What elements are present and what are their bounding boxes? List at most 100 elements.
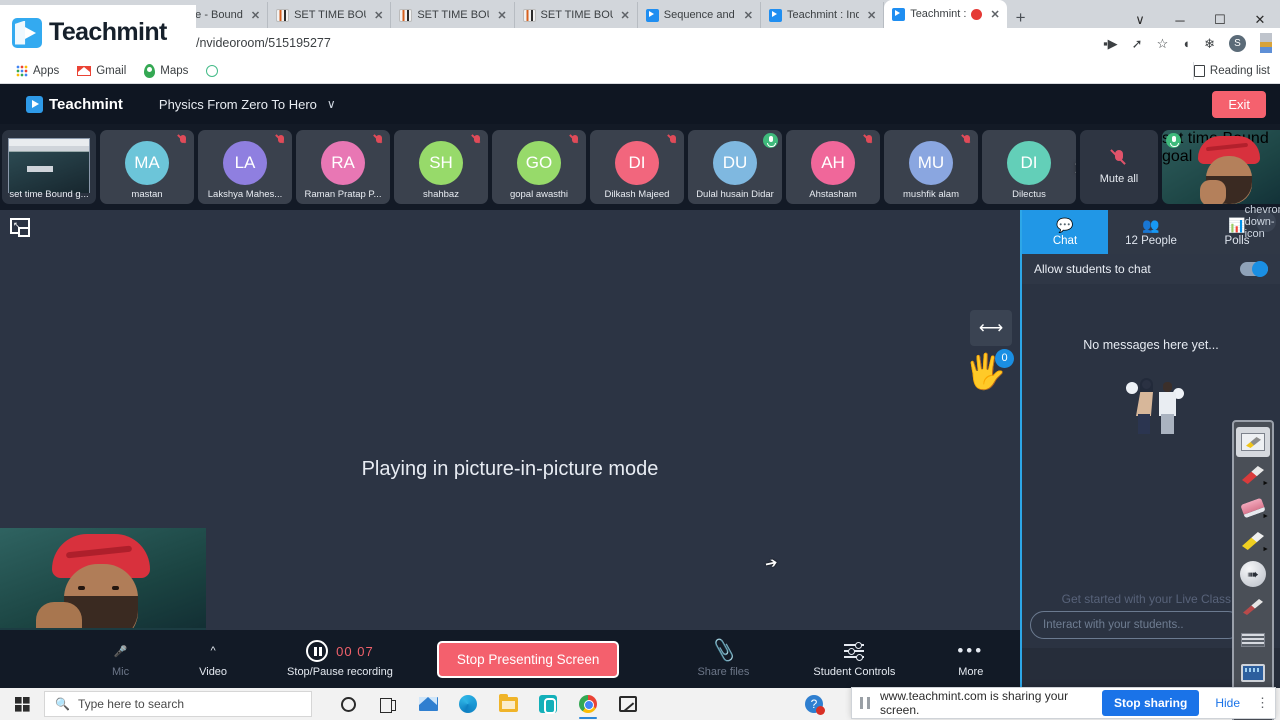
participant-name: mastan	[131, 189, 163, 200]
video-control[interactable]: ^ Video	[199, 640, 227, 678]
stop-presenting-screen-button[interactable]: Stop Presenting Screen	[436, 640, 620, 678]
participant-tile[interactable]: LA Lakshya Mahes...	[198, 130, 292, 204]
share-files-control[interactable]: 📎 Share files	[697, 639, 749, 678]
start-button[interactable]	[0, 696, 44, 712]
reading-list-icon	[1193, 64, 1205, 77]
picture-in-picture-icon[interactable]: ↖	[10, 218, 34, 240]
hide-button[interactable]: Hide	[1209, 696, 1246, 710]
minimize-button[interactable]: ─	[1160, 13, 1200, 28]
participant-tile[interactable]: GO gopal awasthi	[492, 130, 586, 204]
video-stage: ↖ Playing in picture-in-picture mode Sto…	[0, 210, 1020, 688]
close-icon[interactable]: ✕	[371, 9, 386, 22]
task-view-icon[interactable]	[370, 688, 406, 720]
new-tab-button[interactable]: +	[1007, 8, 1035, 28]
browser-tab[interactable]: SET TIME BOUND ✕	[391, 2, 515, 28]
tab-people[interactable]: 👥 12 People	[1108, 210, 1194, 254]
cortana-circle-icon[interactable]	[330, 688, 366, 720]
camera-icon[interactable]: ▪▶	[1103, 37, 1118, 50]
mail-icon[interactable]	[410, 688, 446, 720]
allow-chat-toggle[interactable]	[1240, 261, 1268, 277]
browser-tab[interactable]: Sequence and se ✕	[638, 2, 761, 28]
mic-on-icon	[763, 133, 778, 148]
extension-strip-icon[interactable]	[1260, 33, 1272, 53]
chrome-icon[interactable]	[570, 688, 606, 720]
help-icon[interactable]: ?	[796, 688, 832, 720]
folder-icon[interactable]	[490, 688, 526, 720]
browser-tab[interactable]: Teachmint : India ✕	[761, 2, 885, 28]
more-control[interactable]: ••• More	[957, 640, 984, 678]
search-input[interactable]: 🔍 Type here to search	[44, 691, 312, 717]
bookmark-gmail[interactable]: Gmail	[71, 65, 132, 77]
microphone-icon: 🎤	[113, 645, 128, 658]
recording-control[interactable]: 00 07 Stop/Pause recording	[287, 640, 393, 678]
close-icon[interactable]: ✕	[494, 9, 509, 22]
thin-pen-icon[interactable]	[1236, 592, 1270, 622]
share-icon[interactable]: ➚	[1132, 37, 1143, 50]
participant-tile[interactable]: RA Raman Pratap P...	[296, 130, 390, 204]
participant-name: mushfik alam	[903, 189, 959, 200]
pause-icon[interactable]	[860, 697, 870, 709]
app-brand[interactable]: Teachmint	[26, 95, 123, 113]
stop-sharing-button[interactable]: Stop sharing	[1101, 690, 1200, 716]
expand-arrows-icon[interactable]: ⟷	[970, 310, 1012, 346]
mute-all-button[interactable]: Mute all	[1080, 130, 1158, 204]
bookmarks-bar: Apps Gmail Maps Reading list	[0, 58, 1280, 84]
close-icon[interactable]: ✕	[987, 8, 1002, 21]
browser-tab[interactable]: SET TIME BOUND ✕	[515, 2, 638, 28]
chevron-down-icon[interactable]: chevron-down-icon	[1245, 204, 1280, 240]
red-pen-icon[interactable]: ►	[1236, 460, 1270, 490]
store-icon[interactable]	[530, 688, 566, 720]
profile-avatar[interactable]: S	[1229, 34, 1246, 52]
scroll-next-icon[interactable]: ›	[1075, 154, 1076, 180]
select-rect-icon[interactable]	[1236, 427, 1270, 457]
mic-control[interactable]: 🎤 Mic	[112, 640, 129, 679]
extensions-puzzle-icon[interactable]: ❄	[1204, 37, 1215, 50]
edge-icon[interactable]	[450, 688, 486, 720]
panda-extension-icon[interactable]: ◖	[1182, 37, 1190, 50]
feedback-icon[interactable]	[610, 688, 646, 720]
tab-chat[interactable]: 💬 Chat	[1022, 210, 1108, 254]
participant-tile[interactable]: MA mastan	[100, 130, 194, 204]
close-icon[interactable]: ✕	[864, 9, 879, 22]
participant-tile[interactable]: DI Dilkash Majeed	[590, 130, 684, 204]
chat-input[interactable]	[1030, 611, 1242, 639]
grip-icon[interactable]: ⋮	[1256, 695, 1269, 711]
browser-tab[interactable]: SET TIME BOUND ✕	[268, 2, 392, 28]
close-window-button[interactable]: ✕	[1240, 12, 1280, 28]
cursor-arrow-icon[interactable]: ➠	[1236, 559, 1270, 589]
maximize-button[interactable]: ☐	[1200, 12, 1240, 28]
teachmint-logo-icon	[12, 17, 42, 48]
bookmark-apps[interactable]: Apps	[10, 64, 65, 77]
tab-search-icon[interactable]: ∨	[1120, 12, 1160, 28]
close-icon[interactable]: ✕	[741, 9, 756, 22]
participant-tile-screenshare[interactable]: set time Bound g...	[2, 130, 96, 204]
exit-button[interactable]: Exit	[1212, 90, 1266, 118]
monitor-icon[interactable]	[1236, 658, 1270, 688]
mic-muted-icon	[375, 135, 384, 147]
close-icon[interactable]: ✕	[248, 9, 263, 22]
lined-paper-icon[interactable]	[1236, 625, 1270, 655]
bookmark-globe[interactable]	[200, 64, 224, 77]
mic-muted-icon	[277, 135, 286, 147]
participant-tile[interactable]: AH Ahstasham	[786, 130, 880, 204]
participant-tile[interactable]: DI Dilectus ›	[982, 130, 1076, 204]
search-placeholder: Type here to search	[77, 697, 185, 711]
close-icon[interactable]: ✕	[618, 9, 633, 22]
raised-hand-icon[interactable]: 🖐 0	[964, 349, 1014, 401]
bookmark-maps[interactable]: Maps	[138, 63, 194, 78]
student-controls-control[interactable]: Student Controls	[813, 640, 895, 678]
chevron-down-icon[interactable]: ∨	[327, 97, 336, 111]
ppt-icon	[276, 8, 290, 22]
participant-tile[interactable]: DU Dulal husain Didar	[688, 130, 782, 204]
pause-record-icon: 00 07	[306, 640, 374, 662]
participant-tile[interactable]: SH shahbaz	[394, 130, 488, 204]
teacher-video-tile[interactable]: set time Bound goal	[1162, 130, 1280, 204]
reading-list-button[interactable]: Reading list	[1192, 61, 1280, 80]
participant-tile[interactable]: MU mushfik alam	[884, 130, 978, 204]
raise-hand-count-badge: 0	[995, 349, 1014, 368]
eraser-icon[interactable]: ►	[1236, 493, 1270, 523]
bookmark-star-icon[interactable]: ☆	[1157, 37, 1169, 50]
highlighter-icon[interactable]: ►	[1236, 526, 1270, 556]
browser-tab-active[interactable]: Teachmint : ✕	[884, 0, 1007, 28]
tab-chat-label: Chat	[1052, 235, 1078, 247]
